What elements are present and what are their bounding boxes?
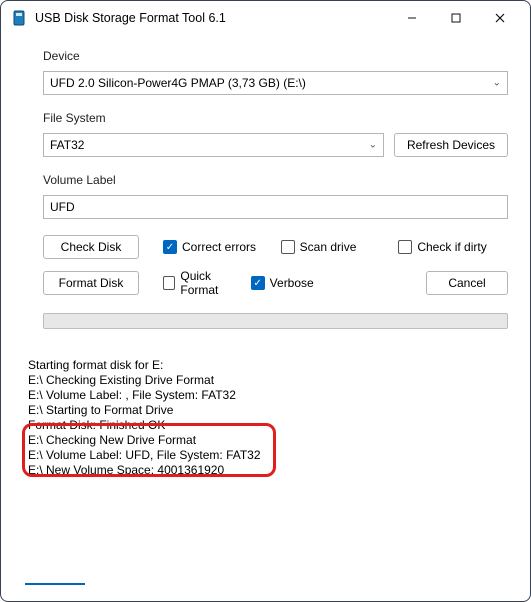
app-icon (11, 10, 27, 26)
checkbox-icon: ✓ (163, 240, 177, 254)
checkbox-label: Check if dirty (417, 240, 486, 254)
cancel-button[interactable]: Cancel (426, 271, 508, 295)
minimize-button[interactable] (390, 3, 434, 33)
checkbox-icon (281, 240, 295, 254)
check-disk-button[interactable]: Check Disk (43, 235, 139, 259)
chevron-down-icon: ⌄ (369, 140, 377, 151)
progress-bar (43, 313, 508, 329)
volume-label-value: UFD (50, 200, 75, 214)
log-line: E:\ Checking Existing Drive Format (28, 373, 518, 388)
filesystem-label: File System (43, 111, 508, 125)
log-line: E:\ New Volume Space: 4001361920 (28, 463, 518, 478)
scan-drive-checkbox[interactable]: Scan drive (281, 240, 391, 254)
check-if-dirty-checkbox[interactable]: Check if dirty (398, 240, 508, 254)
log-line: E:\ Starting to Format Drive (28, 403, 518, 418)
device-select-value: UFD 2.0 Silicon-Power4G PMAP (3,73 GB) (… (50, 76, 306, 90)
checkbox-icon (163, 276, 175, 290)
checkbox-label: Correct errors (182, 240, 256, 254)
bottom-accent (25, 583, 506, 585)
checkbox-label: Scan drive (300, 240, 357, 254)
refresh-devices-button[interactable]: Refresh Devices (394, 133, 508, 157)
log-line: Format Disk: Finished OK (28, 418, 518, 433)
volume-label-input[interactable]: UFD (43, 195, 508, 219)
device-label: Device (43, 49, 508, 63)
checkbox-icon (398, 240, 412, 254)
volume-label-label: Volume Label (43, 173, 508, 187)
device-select[interactable]: UFD 2.0 Silicon-Power4G PMAP (3,73 GB) (… (43, 71, 508, 95)
format-disk-button[interactable]: Format Disk (43, 271, 139, 295)
log-output: Starting format disk for E: E:\ Checking… (23, 355, 523, 505)
window-title: USB Disk Storage Format Tool 6.1 (35, 11, 390, 25)
log-line: E:\ Checking New Drive Format (28, 433, 518, 448)
log-line: E:\ Volume Label: , File System: FAT32 (28, 388, 518, 403)
main-panel: Device UFD 2.0 Silicon-Power4G PMAP (3,7… (1, 35, 530, 515)
verbose-checkbox[interactable]: ✓ Verbose (251, 276, 331, 290)
filesystem-select-value: FAT32 (50, 138, 84, 152)
close-button[interactable] (478, 3, 522, 33)
quick-format-checkbox[interactable]: Quick Format (163, 269, 243, 297)
log-line: E:\ Volume Label: UFD, File System: FAT3… (28, 448, 518, 463)
correct-errors-checkbox[interactable]: ✓ Correct errors (163, 240, 273, 254)
log-line: Starting format disk for E: (28, 358, 518, 373)
checkbox-label: Quick Format (180, 269, 242, 297)
checkbox-icon: ✓ (251, 276, 265, 290)
maximize-button[interactable] (434, 3, 478, 33)
titlebar: USB Disk Storage Format Tool 6.1 (1, 1, 530, 35)
filesystem-select[interactable]: FAT32 ⌄ (43, 133, 384, 157)
chevron-down-icon: ⌄ (493, 78, 501, 89)
checkbox-label: Verbose (270, 276, 314, 290)
